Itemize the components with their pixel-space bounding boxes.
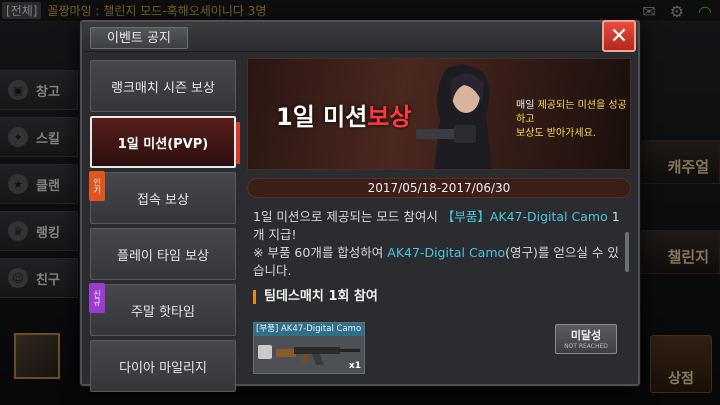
reward-item-name: [부품] AK47-Digital Camo: [254, 323, 364, 336]
tab-label: 1일 미션(PVP): [117, 136, 209, 152]
close-icon: ✕: [609, 23, 629, 49]
tab-label: 접속 보상: [137, 192, 189, 208]
banner-title-accent: 보상: [367, 103, 412, 131]
mission-status-button[interactable]: 미달성 NOT REACHED: [555, 324, 617, 354]
new-badge: 신규: [89, 283, 105, 313]
event-date-range: 2017/05/18-2017/06/30: [247, 178, 631, 198]
event-notice-modal: 이벤트 공지 ✕ 랭크매치 시즌 보상 1일 미션(PVP) 인기 접속 보상 …: [80, 20, 640, 392]
banner-sub-part: 매일: [516, 100, 538, 111]
desc-text: ※ 부품 60개를 합성하여: [253, 245, 388, 260]
banner-sub-part: 보상도 받아가세요.: [516, 128, 596, 139]
tab-label: 주말 핫타임: [131, 304, 195, 320]
puzzle-piece-icon: [258, 345, 272, 359]
event-tab-list: 랭크매치 시즌 보상 1일 미션(PVP) 인기 접속 보상 플레이 타임 보상…: [89, 60, 240, 396]
reward-quantity: x1: [348, 361, 361, 371]
status-label: 미달성: [570, 329, 602, 342]
tab-label: 랭크매치 시즌 보상: [111, 80, 215, 96]
event-description: 1일 미션으로 제공되는 모드 참여시 【부품】AK47-Digital Cam…: [253, 208, 629, 280]
tab-label: 플레이 타임 보상: [117, 248, 209, 264]
status-sublabel: NOT REACHED: [564, 343, 608, 350]
close-button[interactable]: ✕: [602, 20, 636, 52]
popular-badge: 인기: [89, 171, 105, 201]
tab-login-reward[interactable]: 인기 접속 보상: [89, 171, 236, 224]
modal-title: 이벤트 공지: [90, 27, 188, 49]
reward-item[interactable]: [부품] AK47-Digital Camo x1: [253, 322, 365, 374]
scrollbar[interactable]: [625, 232, 629, 272]
tab-label: 다이아 마일리지: [119, 360, 207, 376]
ak47-rifle-icon: [276, 347, 360, 365]
desc-item-highlight: 【부품】AK47-Digital Camo: [441, 209, 608, 224]
desc-text: 1일 미션으로 제공되는 모드 참여시: [253, 209, 442, 224]
desc-item-highlight: AK47-Digital Camo: [387, 245, 506, 260]
tab-weekend-hottime[interactable]: 신규 주말 핫타임: [89, 283, 236, 336]
banner-subtitle: 매일 제공되는 미션을 성공하고 보상도 받아가세요.: [516, 99, 628, 141]
event-banner: 1일 미션보상 매일 제공되는 미션을 성공하고 보상도 받아가세요.: [247, 58, 631, 170]
tab-diamond-mileage[interactable]: 다이아 마일리지: [90, 340, 236, 392]
soldier-character-image: [416, 64, 492, 169]
tab-rank-season-reward[interactable]: 랭크매치 시즌 보상: [90, 60, 236, 112]
tab-playtime-reward[interactable]: 플레이 타임 보상: [90, 228, 236, 280]
banner-title-main: 1일 미션: [276, 103, 368, 131]
banner-title: 1일 미션보상: [276, 97, 411, 132]
modal-header: 이벤트 공지: [82, 22, 638, 52]
mission-title: 팀데스매치 1회 참여: [253, 290, 378, 304]
event-content: 1일 미션보상 매일 제공되는 미션을 성공하고 보상도 받아가세요. 2017/…: [247, 58, 631, 380]
tab-daily-mission-pvp[interactable]: 1일 미션(PVP): [90, 116, 240, 168]
